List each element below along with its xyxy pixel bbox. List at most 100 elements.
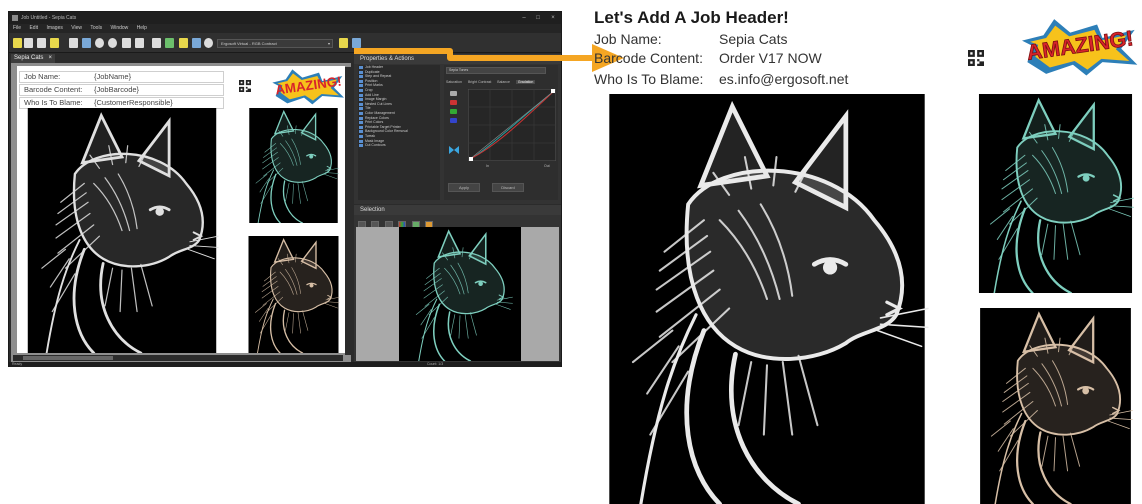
header-row-job-name[interactable]: Job Name: {JobName} — [19, 71, 224, 83]
status-bar: Ready Count: 1/3 — [9, 362, 561, 367]
status-count: Count: 1/3 — [427, 362, 444, 366]
preview-value: es.info@ergosoft.net — [719, 71, 849, 87]
preview-value: Order V17 NOW — [719, 50, 822, 66]
selected-image-preview — [399, 227, 521, 361]
maximize-button[interactable]: □ — [531, 12, 545, 24]
menu-tools[interactable]: Tools — [90, 25, 102, 31]
properties-title: Properties & Actions — [354, 54, 561, 64]
cat-image-grey[interactable] — [21, 108, 223, 353]
selection-preview — [356, 227, 559, 361]
queue-icon[interactable] — [179, 38, 188, 48]
cat-image-sepia[interactable] — [243, 236, 344, 353]
cat-artwork — [969, 308, 1142, 504]
channel-all-swatch[interactable] — [450, 91, 457, 96]
cat-artwork — [243, 108, 344, 223]
cat-image-teal — [969, 94, 1142, 293]
cat-artwork — [399, 227, 521, 361]
help-icon[interactable] — [352, 38, 361, 48]
discard-button[interactable]: Discard — [492, 183, 524, 192]
print-icon[interactable] — [69, 38, 78, 48]
gradation-editor: Sepia Tones Saturation Bright Contrast B… — [444, 65, 558, 200]
minimize-button[interactable]: – — [517, 12, 531, 24]
print-preview: Let's Add A Job Header! Job Name: Sepia … — [590, 0, 1142, 504]
rip-icon[interactable] — [82, 38, 91, 48]
menu-file[interactable]: File — [13, 25, 21, 31]
channel-green-swatch[interactable] — [450, 109, 457, 114]
preview-value: Sepia Cats — [719, 31, 788, 47]
media-page: Job Name: {JobName} Barcode Content: {Jo… — [17, 66, 345, 353]
scroll-thumb[interactable] — [23, 356, 113, 360]
qr-code-icon — [239, 80, 251, 92]
settings-icon[interactable] — [95, 38, 104, 48]
printer-select-value: Ergosoft Virtual - RGB Contract — [221, 41, 277, 46]
cat-artwork — [21, 108, 223, 353]
menu-help[interactable]: Help — [137, 25, 147, 31]
open-icon[interactable] — [24, 38, 33, 48]
tab-saturation[interactable]: Saturation — [446, 80, 462, 84]
properties-title-text: Properties & Actions — [360, 56, 415, 62]
preview-title: Let's Add A Job Header! — [594, 8, 789, 27]
window-title: Job Untitled - Sepia Cats — [21, 15, 77, 21]
menu-images[interactable]: Images — [46, 25, 62, 31]
link-channels-icon[interactable] — [448, 145, 460, 155]
gradation-curve[interactable] — [468, 89, 556, 161]
title-bar: Job Untitled - Sepia Cats – □ × — [9, 12, 561, 24]
tab-bright-contrast[interactable]: Bright Contrast — [468, 80, 491, 84]
save-icon[interactable] — [37, 38, 46, 48]
cat-artwork — [594, 94, 940, 504]
copy-icon[interactable] — [135, 38, 144, 48]
header-value: {JobBarcode} — [94, 85, 140, 94]
cat-artwork — [969, 94, 1142, 293]
apply-button[interactable]: Apply — [448, 183, 480, 192]
app-icon — [12, 15, 18, 21]
cut-icon[interactable] — [122, 38, 131, 48]
curve-preset-value: Sepia Tones — [449, 68, 469, 72]
color-icon[interactable] — [165, 38, 174, 48]
curve-in-label: In — [486, 164, 489, 168]
horizontal-scrollbar[interactable] — [13, 355, 343, 361]
header-key: Barcode Content: — [24, 85, 83, 94]
property-action-item[interactable]: Cut Contours — [358, 143, 440, 148]
layout-canvas[interactable]: Job Name: {JobName} Barcode Content: {Jo… — [11, 63, 351, 363]
menu-bar: File Edit Images View Tools Window Help — [9, 24, 561, 33]
tab-sepia-cats[interactable]: Sepia Cats × — [11, 54, 55, 63]
printer-select[interactable]: Ergosoft Virtual - RGB Contract ▾ — [217, 39, 333, 48]
cat-image-teal[interactable] — [243, 108, 344, 223]
curve-preset-select[interactable]: Sepia Tones — [446, 67, 546, 74]
channel-red-swatch[interactable] — [450, 100, 457, 105]
channel-blue-swatch[interactable] — [450, 118, 457, 123]
tool-icon[interactable] — [108, 38, 117, 48]
header-value: {CustomerResponsible} — [94, 98, 173, 107]
new-job-icon[interactable] — [13, 38, 22, 48]
preview-key: Job Name: — [594, 31, 662, 47]
layout-icon[interactable] — [152, 38, 161, 48]
cat-image-sepia — [969, 308, 1142, 504]
header-value: {JobName} — [94, 72, 132, 81]
printer-icon[interactable] — [192, 38, 201, 48]
menu-edit[interactable]: Edit — [29, 25, 38, 31]
qr-code-icon — [968, 50, 984, 66]
vertical-scrollbar[interactable] — [345, 67, 351, 355]
job-settings-icon[interactable] — [339, 38, 348, 48]
preview-key: Barcode Content: — [594, 50, 703, 66]
properties-panel: Properties & Actions Job Header Duplicate… — [354, 54, 561, 204]
preview-key: Who Is To Blame: — [594, 71, 704, 87]
menu-window[interactable]: Window — [110, 25, 128, 31]
selection-title-text: Selection — [360, 207, 385, 213]
close-tab-icon[interactable]: × — [48, 54, 52, 63]
toolbar: Ergosoft Virtual - RGB Contract ▾ — [9, 33, 561, 53]
tab-balance[interactable]: Balance — [497, 80, 510, 84]
close-button[interactable]: × — [546, 12, 560, 24]
status-text: Ready — [12, 362, 23, 366]
header-key: Who Is To Blame: — [24, 98, 83, 107]
header-row-barcode[interactable]: Barcode Content: {JobBarcode} — [19, 84, 224, 96]
chevron-down-icon: ▾ — [327, 41, 330, 46]
amazing-logo: AMAZING! — [1022, 19, 1138, 76]
header-key: Job Name: — [24, 72, 61, 81]
import-icon[interactable] — [50, 38, 59, 48]
cat-artwork — [243, 236, 344, 353]
properties-action-list: Job Header Duplicate Step and Repeat Positi… — [358, 65, 440, 200]
menu-view[interactable]: View — [71, 25, 82, 31]
tab-gradation[interactable]: Gradation — [515, 80, 536, 84]
options-icon[interactable] — [204, 38, 213, 48]
